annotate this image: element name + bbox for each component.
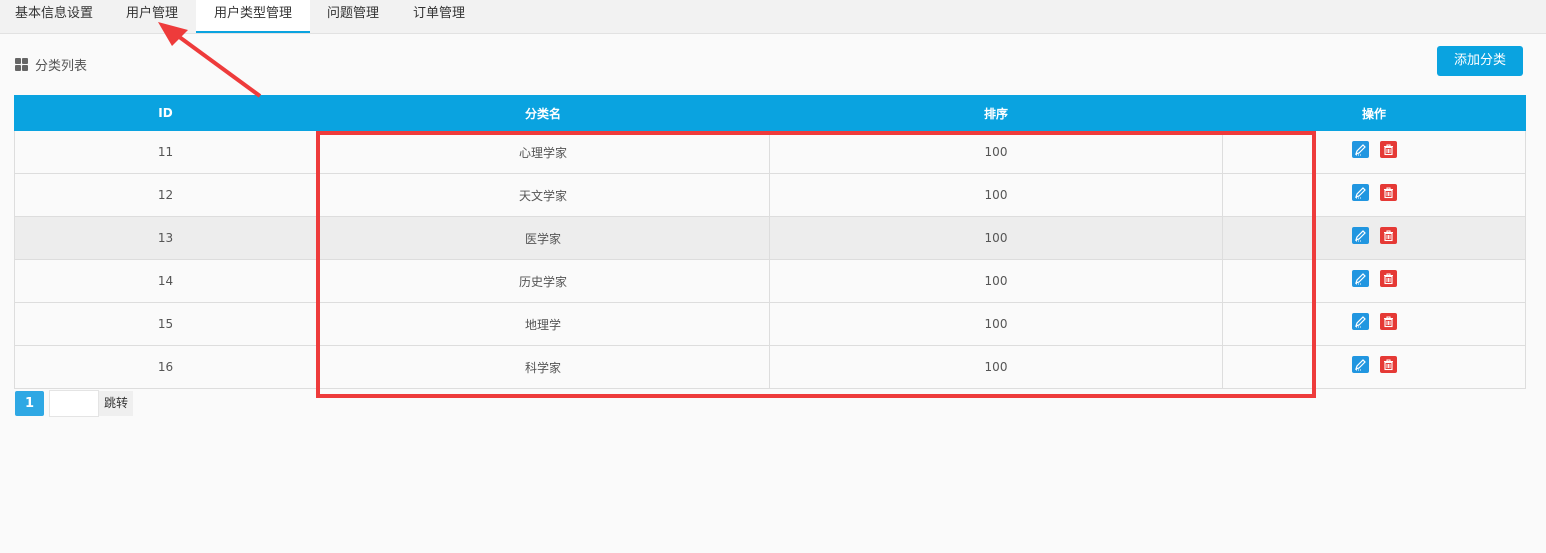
cell-name: 天文学家 [316, 173, 770, 217]
tab-user-management[interactable]: 用户管理 [108, 0, 196, 33]
page-jump-button[interactable]: 跳转 [99, 391, 133, 416]
cell-order: 100 [769, 216, 1223, 260]
table-row: 11 心理学家 100 [14, 130, 1526, 174]
cell-actions [1222, 173, 1526, 217]
cell-order: 100 [769, 259, 1223, 303]
trash-icon[interactable] [1379, 184, 1397, 201]
section-header: 分类列表 [15, 55, 87, 74]
cell-id: 13 [14, 216, 317, 260]
cell-name: 心理学家 [316, 130, 770, 174]
cell-order: 100 [769, 130, 1223, 174]
section-title: 分类列表 [35, 59, 88, 74]
edit-icon[interactable] [1351, 184, 1369, 201]
cell-id: 16 [14, 345, 317, 389]
trash-icon[interactable] [1379, 227, 1397, 244]
table-row: 13 医学家 100 [14, 216, 1526, 260]
add-category-button[interactable]: 添加分类 [1437, 46, 1523, 76]
page-jump-input[interactable] [49, 390, 99, 417]
trash-icon[interactable] [1379, 141, 1397, 158]
table-row: 14 历史学家 100 [14, 259, 1526, 303]
category-table: ID 分类名 排序 操作 11 心理学家 100 12 天文学家 100 13 … [14, 95, 1526, 389]
cell-order: 100 [769, 302, 1223, 346]
cell-id: 15 [14, 302, 317, 346]
cell-name: 地理学 [316, 302, 770, 346]
pagination: 1 跳转 [15, 390, 133, 417]
edit-icon[interactable] [1351, 270, 1369, 287]
table-row: 15 地理学 100 [14, 302, 1526, 346]
page-number-current[interactable]: 1 [15, 391, 44, 416]
grid-icon [15, 58, 28, 71]
table-header-row: ID 分类名 排序 操作 [14, 95, 1526, 131]
edit-icon[interactable] [1351, 227, 1369, 244]
trash-icon[interactable] [1379, 356, 1397, 373]
cell-id: 12 [14, 173, 317, 217]
tab-question-management[interactable]: 问题管理 [310, 0, 396, 33]
tab-user-type-management[interactable]: 用户类型管理 [196, 0, 310, 33]
cell-name: 历史学家 [316, 259, 770, 303]
cell-order: 100 [769, 345, 1223, 389]
table-row: 12 天文学家 100 [14, 173, 1526, 217]
tab-order-management[interactable]: 订单管理 [396, 0, 482, 33]
trash-icon[interactable] [1379, 270, 1397, 287]
cell-actions [1222, 345, 1526, 389]
tab-basic-info[interactable]: 基本信息设置 [0, 0, 108, 33]
cell-actions [1222, 130, 1526, 174]
column-header-id: ID [14, 95, 317, 131]
column-header-order: 排序 [769, 95, 1223, 131]
cell-actions [1222, 259, 1526, 303]
edit-icon[interactable] [1351, 313, 1369, 330]
cell-id: 11 [14, 130, 317, 174]
cell-actions [1222, 216, 1526, 260]
table-row: 16 科学家 100 [14, 345, 1526, 389]
edit-icon[interactable] [1351, 141, 1369, 158]
cell-name: 医学家 [316, 216, 770, 260]
cell-actions [1222, 302, 1526, 346]
column-header-actions: 操作 [1222, 95, 1526, 131]
cell-order: 100 [769, 173, 1223, 217]
edit-icon[interactable] [1351, 356, 1369, 373]
tab-bar: 基本信息设置 用户管理 用户类型管理 问题管理 订单管理 [0, 0, 1546, 34]
trash-icon[interactable] [1379, 313, 1397, 330]
column-header-name: 分类名 [316, 95, 770, 131]
cell-id: 14 [14, 259, 317, 303]
cell-name: 科学家 [316, 345, 770, 389]
